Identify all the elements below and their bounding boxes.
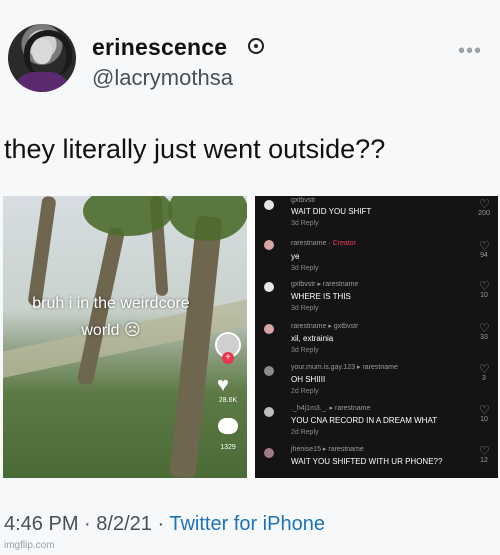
comment-meta[interactable]: 3d Reply	[291, 220, 319, 227]
avatar[interactable]	[8, 24, 76, 92]
comment-heart-icon[interactable]: ♡	[479, 240, 490, 252]
comment-text: YOU CNA RECORD IN A DREAM WHAT	[291, 416, 438, 425]
comment-likes: 94	[480, 252, 488, 259]
comment-likes: 10	[480, 292, 488, 299]
comment-item[interactable]: rarestname · Creator ye 3d Reply ♡ 94	[255, 236, 498, 276]
comment-likes: 33	[480, 334, 488, 341]
video-caption-line: world ☹	[81, 322, 141, 339]
comment-meta[interactable]: 3d Reply	[291, 305, 319, 312]
tweet-text: they literally just went outside??	[4, 134, 386, 164]
comment-heart-icon[interactable]: ♡	[479, 198, 490, 210]
user-handle[interactable]: @lacrymothsa	[92, 65, 233, 91]
likes-count: 28.6K	[218, 397, 238, 404]
comment-username[interactable]: gxtbvstr	[291, 197, 316, 204]
comment-item[interactable]: gxtbvstr WAIT DID YOU SHIFT 3d Reply ♡ 2…	[255, 196, 498, 236]
tree-foliage	[168, 196, 247, 241]
comment-meta[interactable]: 3d Reply	[291, 265, 319, 272]
comment-item[interactable]: rarestname ▸ gxtbvstr xil, extrainia 3d …	[255, 320, 498, 360]
comment-meta[interactable]: 3d Reply	[291, 347, 319, 354]
comment-username[interactable]: ._h4j1m3._. ▸ rarestname	[291, 404, 370, 412]
comment-username-text[interactable]: rarestname	[291, 240, 326, 247]
comment-username[interactable]: jhenise15 ▸ rarestname	[291, 445, 364, 453]
comment-text: OH SHIIII	[291, 375, 326, 384]
creator-tag: Creator	[332, 240, 356, 247]
display-name[interactable]: erinescence	[92, 34, 227, 61]
heart-icon[interactable]: ♥	[217, 374, 229, 397]
verified-badge-icon	[248, 38, 264, 54]
comment-avatar[interactable]	[264, 324, 274, 334]
video-caption: bruh i in the weirdcore world ☹	[11, 290, 211, 344]
comment-meta[interactable]: 2d Reply	[291, 388, 319, 395]
comment-item[interactable]: ._h4j1m3._. ▸ rarestname YOU CNA RECORD …	[255, 403, 498, 443]
comment-username[interactable]: gxtbvstr ▸ rarestname	[291, 280, 358, 288]
tweet-media[interactable]: bruh i in the weirdcore world ☹ + ♥ 28.6…	[3, 196, 498, 478]
comment-item[interactable]: your.mum.is.gay.123 ▸ rarestname OH SHII…	[255, 362, 498, 402]
separator: ·	[157, 513, 165, 535]
comment-text: WAIT DID YOU SHIFT	[291, 207, 372, 216]
comment-meta[interactable]: 2d Reply	[291, 429, 319, 436]
watermark: imgflip.com	[4, 540, 55, 551]
comment-avatar[interactable]	[264, 407, 274, 417]
comment-heart-icon[interactable]: ♡	[479, 280, 490, 292]
comment-avatar[interactable]	[264, 282, 274, 292]
comment-heart-icon[interactable]: ♡	[479, 322, 490, 334]
comment-likes: 10	[480, 416, 488, 423]
comment-username[interactable]: your.mum.is.gay.123 ▸ rarestname	[291, 363, 398, 371]
comment-avatar[interactable]	[264, 448, 274, 458]
comment-avatar[interactable]	[264, 366, 274, 376]
avatar-face	[32, 38, 52, 64]
comment-likes: 12	[480, 457, 488, 464]
comment-likes: 200	[478, 210, 490, 217]
comment-text: WHERE IS THIS	[291, 292, 351, 301]
tweet-timestamp[interactable]: 4:46 PM · 8/2/21 · Twitter for iPhone	[4, 513, 325, 536]
comment-avatar[interactable]	[264, 200, 274, 210]
avatar-shoulders	[14, 72, 70, 92]
comment-item[interactable]: jhenise15 ▸ rarestname WAIT YOU SHIFTED …	[255, 444, 498, 478]
comment-likes: 3	[482, 375, 486, 382]
tweet-date[interactable]: 8/2/21	[96, 513, 152, 535]
tiktok-video-frame[interactable]: bruh i in the weirdcore world ☹ + ♥ 28.6…	[3, 196, 247, 478]
comments-count: 1329	[220, 444, 236, 451]
tweet-source-link[interactable]: Twitter for iPhone	[169, 513, 325, 535]
comment-item[interactable]: gxtbvstr ▸ rarestname WHERE IS THIS 3d R…	[255, 279, 498, 319]
comment-text: ye	[291, 252, 300, 261]
video-caption-line: bruh i in the weirdcore	[32, 295, 190, 312]
follow-plus-icon[interactable]: +	[222, 352, 234, 364]
tweet-time[interactable]: 4:46 PM	[4, 513, 78, 535]
comment-username[interactable]: rarestname · Creator	[291, 240, 356, 247]
comments-panel[interactable]: gxtbvstr WAIT DID YOU SHIFT 3d Reply ♡ 2…	[255, 196, 498, 478]
comment-icon[interactable]	[218, 418, 238, 434]
separator: ·	[84, 513, 91, 535]
comment-text: xil, extrainia	[291, 334, 334, 343]
comment-avatar[interactable]	[264, 240, 274, 250]
comment-username[interactable]: rarestname ▸ gxtbvstr	[291, 322, 358, 330]
comment-heart-icon[interactable]: ♡	[479, 363, 490, 375]
comment-text: WAIT YOU SHIFTED WITH UR PHONE??	[291, 457, 443, 466]
comment-heart-icon[interactable]: ♡	[479, 445, 490, 457]
comment-heart-icon[interactable]: ♡	[479, 404, 490, 416]
more-dots-icon[interactable]: •••	[458, 40, 482, 63]
